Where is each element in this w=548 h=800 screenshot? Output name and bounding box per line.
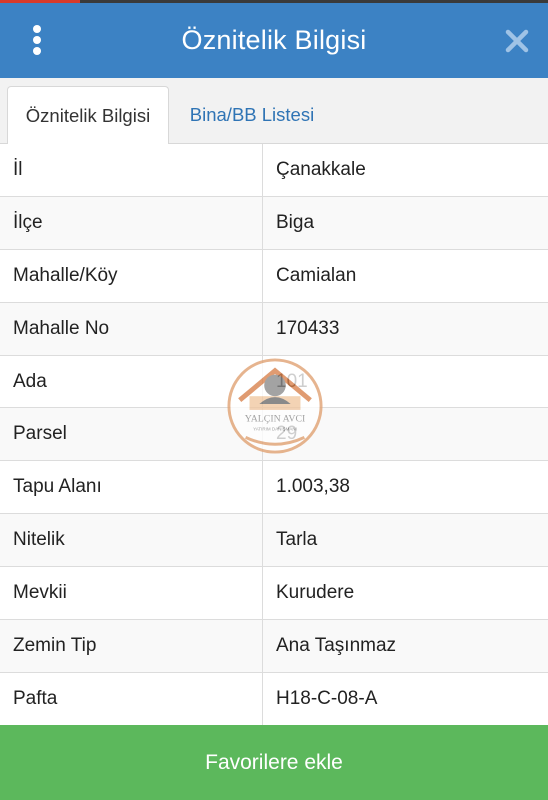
close-button[interactable] (504, 28, 530, 54)
table-row: Zemin Tip Ana Taşınmaz (0, 620, 548, 673)
attribute-value: 101 (276, 370, 308, 392)
page-title: Öznitelik Bilgisi (181, 25, 367, 55)
add-favorites-button[interactable]: Favorilere ekle (0, 725, 548, 800)
tab-oznitelik-bilgisi[interactable]: Öznitelik Bilgisi (7, 86, 169, 145)
table-row: Mahalle/Köy Camialan (0, 249, 548, 303)
table-row: Pafta H18-C-08-A (0, 672, 548, 726)
table-row: Mevkii Kurudere (0, 567, 548, 621)
attribute-value: Çanakkale (276, 158, 366, 180)
table-row: Tapu Alanı 1.003,38 (0, 461, 548, 515)
header-bar: Öznitelik Bilgisi (0, 3, 548, 78)
attribute-label: Mahalle/Köy (0, 249, 263, 302)
attribute-value: 1.003,38 (276, 476, 350, 498)
attribute-label: İlçe (0, 196, 263, 249)
attribute-label: Parsel (0, 408, 263, 461)
attribute-label: Mevkii (0, 567, 263, 620)
attribute-value: 29 (276, 423, 298, 445)
table-row: Parsel 29 (0, 408, 548, 462)
table-row: İl Çanakkale (0, 144, 548, 197)
attribute-label: Ada (0, 355, 263, 408)
table-row: Nitelik Tarla (0, 514, 548, 568)
attribute-label: Pafta (0, 672, 263, 725)
attribute-label: Tapu Alanı (0, 461, 263, 514)
table-row: Ada 101 (0, 355, 548, 409)
attribute-value: 170433 (276, 317, 340, 339)
attribute-value: Camialan (276, 264, 357, 286)
attribute-value: Biga (276, 211, 315, 233)
attribute-label: Nitelik (0, 514, 263, 567)
attribute-label: Mahalle No (0, 302, 263, 355)
attribute-value: Tarla (276, 529, 318, 551)
attribute-table: İl Çanakkale İlçe Biga Mahalle/Köy Camialan Ma… (0, 144, 548, 726)
tab-bar: Öznitelik Bilgisi Bina/BB Listesi (0, 78, 548, 145)
more-menu-button[interactable] (26, 23, 48, 57)
attribute-value: Kurudere (276, 582, 355, 604)
close-icon (505, 29, 529, 53)
attribute-value: H18-C-08-A (276, 687, 378, 709)
more-vertical-icon-dot (33, 36, 41, 44)
attribute-label: İl (0, 144, 263, 196)
attribute-label: Zemin Tip (0, 620, 263, 672)
attribute-value: Ana Taşınmaz (276, 634, 397, 656)
table-row: İlçe Biga (0, 196, 548, 250)
more-vertical-icon (33, 25, 41, 33)
table-row: Mahalle No 170433 (0, 302, 548, 356)
more-vertical-icon-dot (33, 47, 41, 55)
tab-bina-bb-listesi[interactable]: Bina/BB Listesi (172, 86, 332, 144)
